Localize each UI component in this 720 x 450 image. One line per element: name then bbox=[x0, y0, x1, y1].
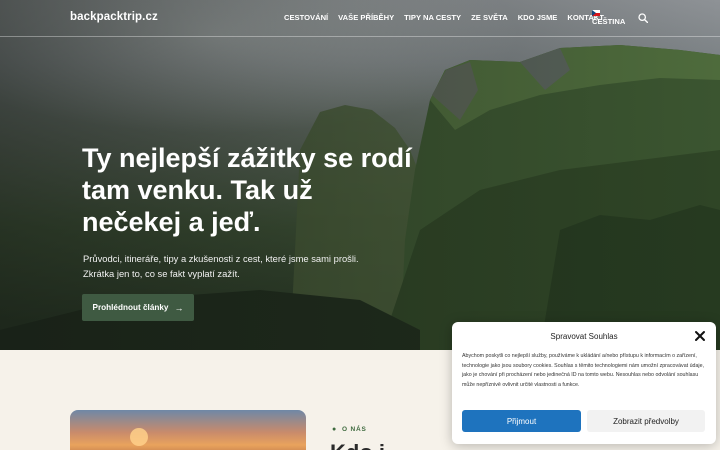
cookie-consent-dialog: Spravovat Souhlas Abychom poskytli co ne… bbox=[452, 322, 716, 444]
main-nav: CESTOVÁNÍ VAŠE PŘÍBĚHY TIPY NA CESTY ZE … bbox=[284, 13, 614, 22]
about-label-text: O NÁS bbox=[342, 426, 367, 433]
hero-title: Ty nejlepší zážitky se rodí tam venku. T… bbox=[82, 143, 412, 237]
arrow-right-icon: → bbox=[174, 302, 184, 313]
hero-subtitle: Průvodci, itineráře, tipy a zkušenosti z… bbox=[83, 251, 383, 281]
nav-item-kdo-jsme[interactable]: KDO JSME bbox=[518, 13, 558, 22]
language-switcher[interactable]: ČEŠTINA bbox=[592, 10, 625, 26]
nav-item-ze-sveta[interactable]: ZE SVĚTA bbox=[471, 13, 508, 22]
consent-body: Abychom poskytli co nejlepší služby, pou… bbox=[462, 353, 705, 388]
nav-item-cestovani[interactable]: CESTOVÁNÍ bbox=[284, 13, 328, 22]
pin-icon: ● bbox=[332, 426, 338, 433]
nav-item-vase-pribehy[interactable]: VAŠE PŘÍBĚHY bbox=[338, 13, 394, 22]
close-icon[interactable] bbox=[694, 330, 706, 342]
browse-articles-button[interactable]: Prohlédnout články → bbox=[82, 294, 194, 321]
language-label: ČEŠTINA bbox=[592, 17, 626, 26]
browse-articles-label: Prohlédnout články bbox=[92, 303, 169, 312]
hero-subtitle-line-1: Průvodci, itineráře, tipy a zkušenosti z… bbox=[83, 253, 359, 264]
site-header: backpacktrip.cz CESTOVÁNÍ VAŠE PŘÍBĚHY T… bbox=[0, 0, 720, 37]
sunset-sun bbox=[130, 428, 148, 446]
site-logo[interactable]: backpacktrip.cz bbox=[70, 11, 158, 23]
nav-item-tipy-na-cesty[interactable]: TIPY NA CESTY bbox=[404, 13, 461, 22]
search-icon[interactable] bbox=[638, 13, 648, 23]
czech-flag-icon bbox=[592, 10, 600, 16]
about-image bbox=[70, 410, 306, 450]
accept-button[interactable]: Přijmout bbox=[462, 410, 581, 432]
consent-title: Spravovat Souhlas bbox=[550, 332, 618, 341]
about-label: ● O NÁS bbox=[332, 426, 367, 433]
hero-subtitle-line-2: Zkrátka jen to, co se fakt vyplatí zažít… bbox=[83, 268, 240, 279]
view-preferences-button[interactable]: Zobrazit předvolby bbox=[587, 410, 705, 432]
about-heading: Kdo j bbox=[330, 440, 385, 450]
